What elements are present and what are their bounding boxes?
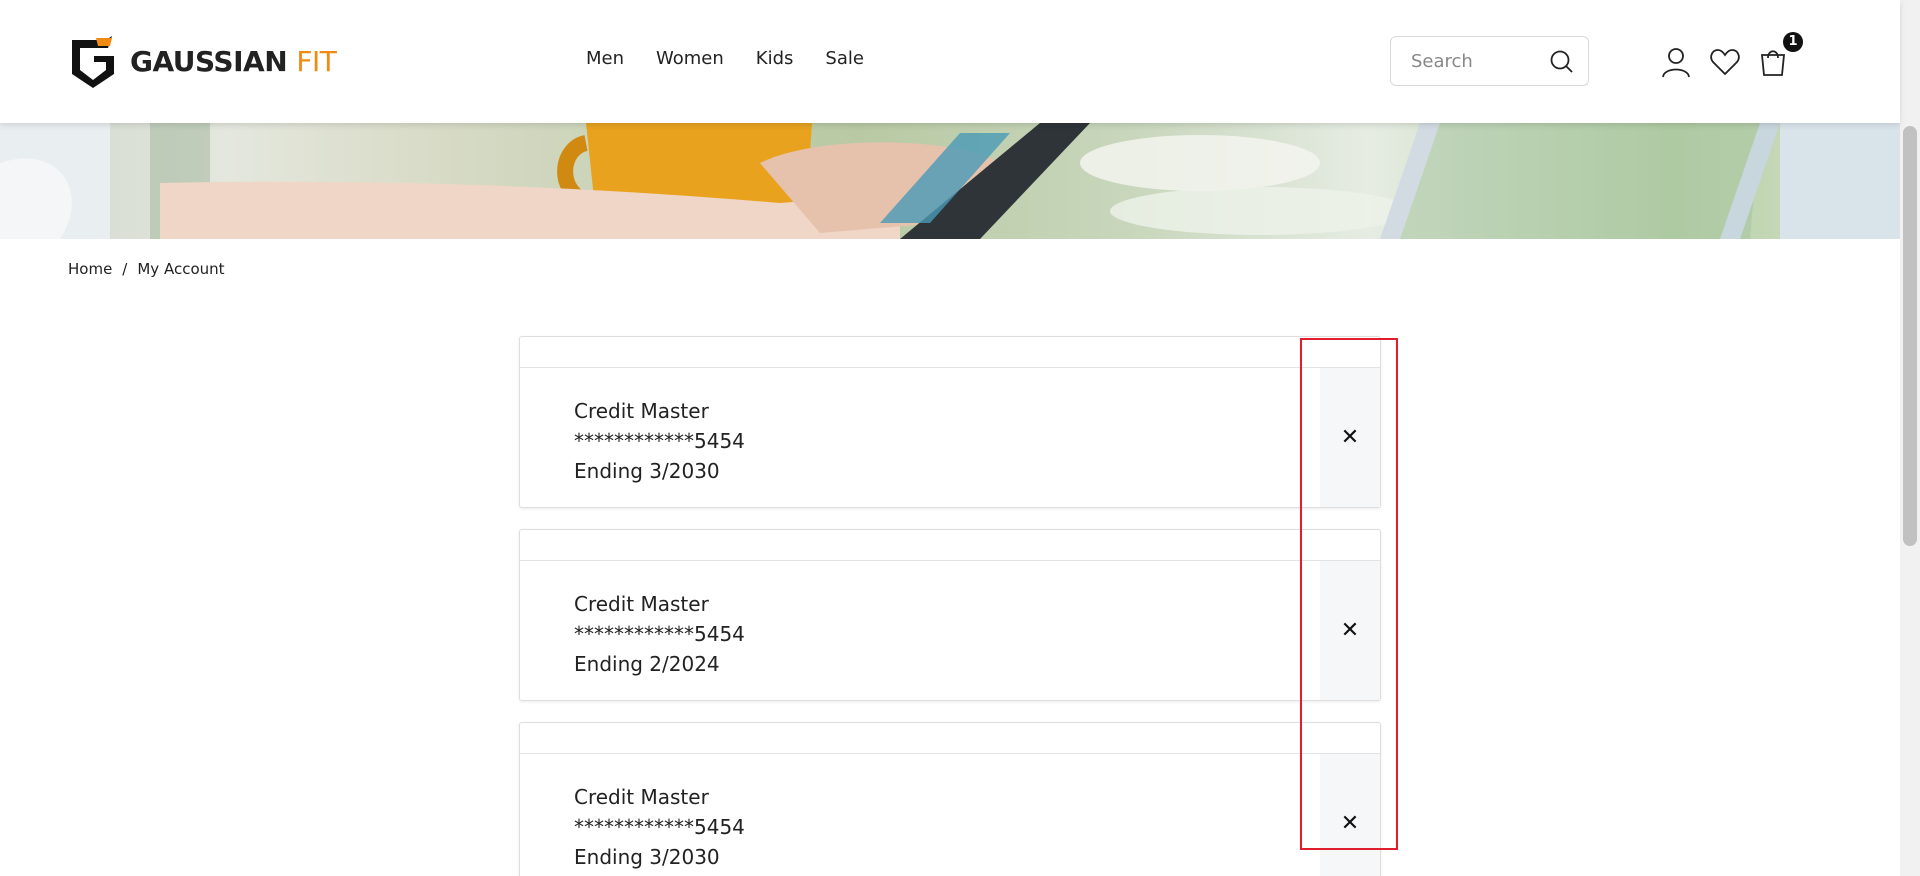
logo-shield-icon — [72, 36, 114, 88]
card-header — [520, 723, 1380, 754]
nav-sale[interactable]: Sale — [825, 48, 864, 69]
search-icon[interactable] — [1548, 48, 1574, 74]
page-scrollbar[interactable] — [1900, 0, 1920, 876]
nav-women[interactable]: Women — [656, 48, 724, 69]
card-expiry: Ending 3/2030 — [574, 459, 720, 483]
card-number: ************5454 — [574, 622, 745, 646]
close-icon: ✕ — [1340, 425, 1360, 450]
card-body: Credit Master ************5454 Ending 3/… — [520, 754, 1380, 876]
breadcrumb-current: My Account — [137, 260, 225, 278]
search-input[interactable] — [1411, 50, 1541, 72]
card-number: ************5454 — [574, 815, 745, 839]
card-info: Credit Master ************5454 Ending 3/… — [574, 396, 745, 486]
close-icon: ✕ — [1340, 618, 1360, 643]
card-number: ************5454 — [574, 429, 745, 453]
card-info: Credit Master ************5454 Ending 2/… — [574, 589, 745, 679]
wishlist-icon[interactable] — [1709, 46, 1741, 78]
hero-banner-image — [0, 123, 1900, 239]
scrollbar-thumb[interactable] — [1903, 126, 1917, 546]
card-brand: Credit Master — [574, 399, 709, 423]
logo-accent: FIT — [296, 44, 337, 78]
card-header — [520, 337, 1380, 368]
remove-card-button[interactable]: ✕ — [1320, 368, 1380, 507]
breadcrumb-separator: / — [122, 260, 128, 278]
card-header — [520, 530, 1380, 561]
banner-illustration — [0, 123, 1900, 239]
logo-primary: GAUSSIAN — [130, 44, 288, 78]
card-body: Credit Master ************5454 Ending 2/… — [520, 561, 1380, 700]
cart-count-badge: 1 — [1783, 32, 1803, 52]
payment-card-2: Credit Master ************5454 Ending 2/… — [519, 529, 1381, 701]
card-brand: Credit Master — [574, 592, 709, 616]
nav-kids[interactable]: Kids — [756, 48, 794, 69]
nav-men[interactable]: Men — [586, 48, 624, 69]
main-nav: Men Women Kids Sale — [586, 48, 864, 69]
remove-card-button[interactable]: ✕ — [1320, 561, 1380, 700]
payment-card-1: Credit Master ************5454 Ending 3/… — [519, 336, 1381, 508]
card-expiry: Ending 3/2030 — [574, 845, 720, 869]
card-brand: Credit Master — [574, 785, 709, 809]
close-icon: ✕ — [1340, 811, 1360, 836]
remove-card-button[interactable]: ✕ — [1320, 754, 1380, 876]
logo-text: GAUSSIAN FIT — [130, 44, 337, 78]
card-expiry: Ending 2/2024 — [574, 652, 720, 676]
card-body: Credit Master ************5454 Ending 3/… — [520, 368, 1380, 507]
payment-card-3: Credit Master ************5454 Ending 3/… — [519, 722, 1381, 876]
site-header: GAUSSIAN FIT Men Women Kids Sale 1 — [0, 0, 1900, 123]
search-box — [1390, 36, 1589, 86]
cart-icon[interactable] — [1757, 46, 1789, 78]
account-icon[interactable] — [1660, 46, 1692, 78]
brand-logo[interactable]: GAUSSIAN FIT — [66, 34, 337, 88]
breadcrumb: Home / My Account — [68, 260, 225, 278]
card-info: Credit Master ************5454 Ending 3/… — [574, 782, 745, 872]
breadcrumb-home[interactable]: Home — [68, 260, 112, 278]
